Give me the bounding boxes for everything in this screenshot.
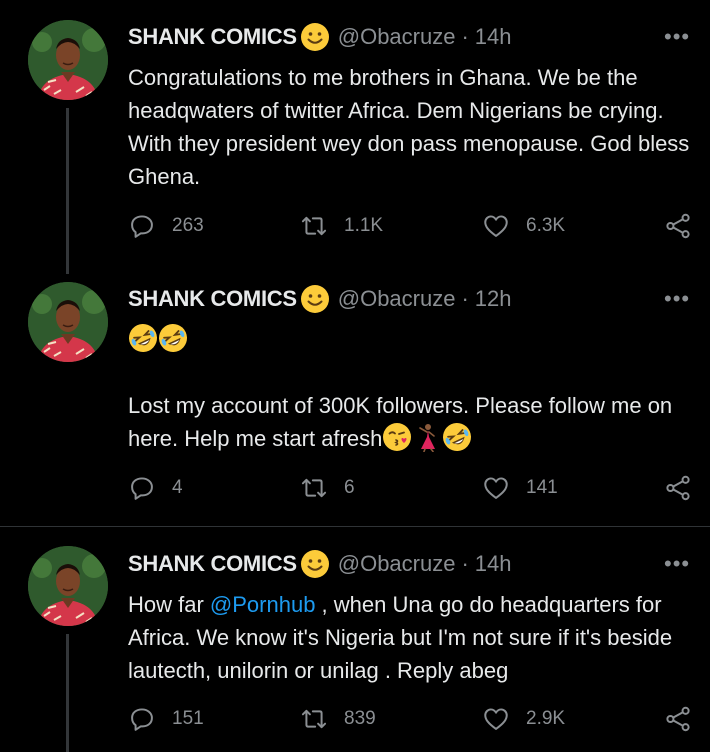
avatar[interactable]	[28, 20, 108, 100]
retweet-icon	[300, 212, 328, 240]
share-button[interactable]	[664, 212, 692, 240]
like-count: 2.9K	[526, 708, 566, 729]
emoji-line	[128, 323, 698, 356]
tweet-text-before: How far	[128, 592, 210, 617]
separator: ·	[461, 24, 469, 49]
tweet-actions: 263 1.1K 6.3K	[128, 212, 698, 242]
display-name[interactable]: SHANK COMICS	[128, 24, 297, 50]
timestamp[interactable]: 14h	[475, 551, 512, 577]
rolling-laughing-emoji	[158, 323, 188, 353]
display-name[interactable]: SHANK COMICS	[128, 551, 297, 577]
share-icon	[664, 212, 692, 240]
user-handle[interactable]: @Obacruze	[338, 24, 456, 50]
retweet-count: 1.1K	[344, 215, 384, 236]
tweet-2[interactable]: SHANK COMICS @Obacruze · 12h ••• Lost my…	[0, 280, 710, 526]
like-button[interactable]: 2.9K	[482, 705, 565, 733]
tweet-text: Congratulations to me brothers in Ghana.…	[128, 65, 690, 189]
tweet-header: SHANK COMICS @Obacruze · 14h	[128, 22, 512, 52]
dancer-emoji	[412, 422, 442, 452]
reply-count: 151	[172, 708, 204, 729]
thread-line	[66, 634, 69, 752]
like-count: 141	[526, 477, 558, 498]
tweet-text: How far @Pornhub , when Una go do headqu…	[128, 588, 698, 687]
reply-count: 4	[172, 477, 183, 498]
tweet-header: SHANK COMICS @Obacruze · 12h	[128, 284, 512, 314]
retweet-icon	[300, 705, 328, 733]
tweet-header: SHANK COMICS @Obacruze · 14h	[128, 549, 512, 579]
reply-icon	[128, 474, 156, 502]
more-icon[interactable]: •••	[664, 24, 690, 50]
like-button[interactable]: 6.3K	[482, 212, 565, 240]
tweet-actions: 4 6 141	[128, 474, 698, 504]
tweet-actions: 151 839 2.9K	[128, 705, 698, 735]
user-handle[interactable]: @Obacruze	[338, 286, 456, 312]
user-handle[interactable]: @Obacruze	[338, 551, 456, 577]
kissing-face-emoji	[382, 422, 412, 452]
share-icon	[664, 474, 692, 502]
tweet-body: Lost my account of 300K followers. Pleas…	[128, 323, 698, 455]
more-icon[interactable]: •••	[664, 286, 690, 312]
reply-button[interactable]: 263	[128, 212, 204, 240]
avatar[interactable]	[28, 546, 108, 626]
like-icon	[482, 212, 510, 240]
timestamp[interactable]: 14h	[475, 24, 512, 50]
more-icon[interactable]: •••	[664, 551, 690, 577]
rolling-laughing-emoji	[128, 323, 158, 353]
reply-button[interactable]: 151	[128, 705, 204, 733]
retweet-count: 6	[344, 477, 355, 498]
retweet-button[interactable]: 1.1K	[300, 212, 383, 240]
share-button[interactable]	[664, 705, 692, 733]
retweet-button[interactable]: 6	[300, 474, 355, 502]
share-icon	[664, 705, 692, 733]
thread-line	[66, 108, 69, 274]
separator: ·	[461, 551, 469, 576]
like-button[interactable]: 141	[482, 474, 558, 502]
mention-link[interactable]: @Pornhub	[210, 592, 316, 617]
like-icon	[482, 705, 510, 733]
reply-icon	[128, 705, 156, 733]
retweet-icon	[300, 474, 328, 502]
retweet-button[interactable]: 839	[300, 705, 376, 733]
share-button[interactable]	[664, 474, 692, 502]
like-count: 6.3K	[526, 215, 566, 236]
rolling-laughing-emoji	[442, 422, 472, 452]
like-icon	[482, 474, 510, 502]
retweet-count: 839	[344, 708, 376, 729]
reply-count: 263	[172, 215, 204, 236]
avatar[interactable]	[28, 282, 108, 362]
tweet-3[interactable]: SHANK COMICS @Obacruze · 14h ••• How far…	[0, 527, 710, 752]
display-name[interactable]: SHANK COMICS	[128, 286, 297, 312]
timestamp[interactable]: 12h	[475, 286, 512, 312]
tweet-text-line: Lost my account of 300K followers. Pleas…	[128, 389, 698, 455]
smiling-face-emoji	[300, 22, 330, 52]
smiling-face-emoji	[300, 284, 330, 314]
tweet-1[interactable]: SHANK COMICS @Obacruze · 14h ••• Congrat…	[0, 0, 710, 280]
separator: ·	[461, 286, 469, 311]
smiling-face-emoji	[300, 549, 330, 579]
reply-button[interactable]: 4	[128, 474, 183, 502]
reply-icon	[128, 212, 156, 240]
